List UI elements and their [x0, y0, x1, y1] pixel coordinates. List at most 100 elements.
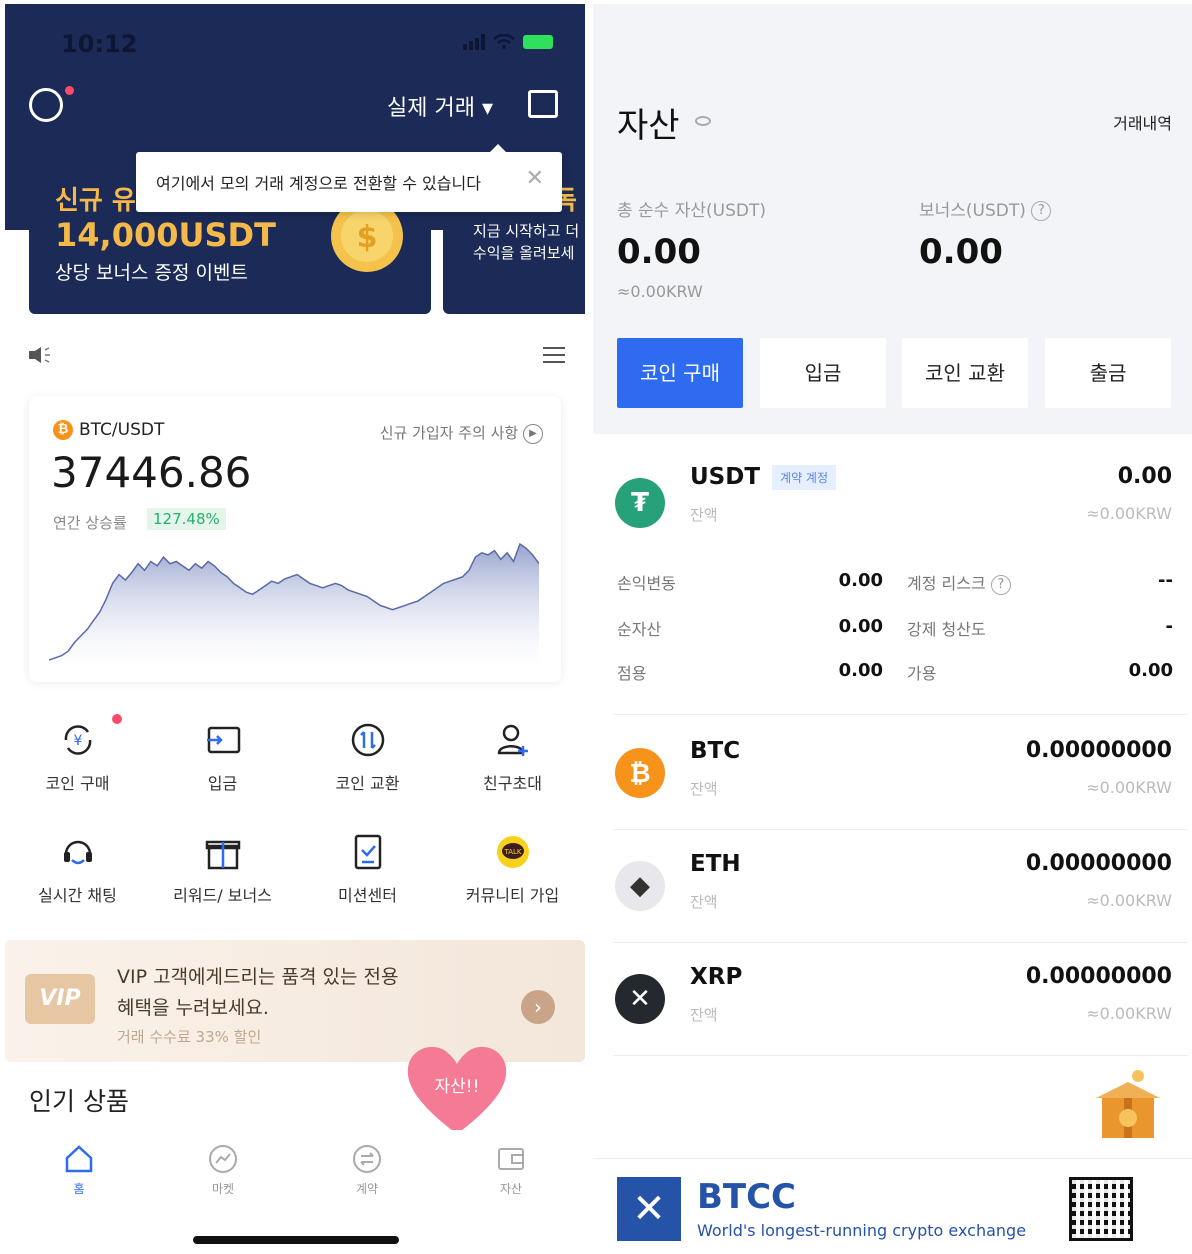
quick-action-label: 실시간 채팅	[38, 886, 117, 905]
eth-coin-icon: ◆	[615, 861, 665, 911]
xrp-coin-icon: ✕	[615, 974, 665, 1024]
coin-name: USDT 계약 계정	[690, 464, 837, 490]
home-screen: 10:12 실제 거래 ▾ 신규 유 14,000USDT 상당 보너스 증정 …	[5, 4, 585, 1250]
deposit-icon	[203, 720, 243, 760]
new-user-notice-link[interactable]: 신규 가입자 주의 사항 ▶	[380, 422, 543, 444]
bottom-tab-bar: 홈 마켓 계약 자산	[5, 1130, 585, 1250]
usdt-coin-icon: ₮	[615, 478, 665, 528]
gift-box-icon[interactable]	[1088, 1068, 1168, 1142]
invite-friend-icon	[493, 720, 533, 760]
battery-icon	[523, 35, 553, 49]
popular-products-heading: 인기 상품	[29, 1087, 129, 1116]
assets-summary: 자산 거래내역 총 순수 자산(USDT) 0.00 ≈0.00KRW 보너스(…	[593, 4, 1192, 434]
wallet-icon	[494, 1142, 528, 1176]
coin-krw: ≈0.00KRW	[1086, 504, 1172, 523]
brand-footer: ✕ BTCC World's longest-running crypto ex…	[593, 1158, 1192, 1250]
banner2-text: 지금 시작하고 더 수익을 올려보세	[473, 222, 580, 262]
quick-action-talk[interactable]: TALK 커뮤니티 가입	[440, 832, 585, 906]
account-tag: 계약 계정	[772, 465, 837, 490]
bonus-label: 보너스(USDT) ?	[919, 196, 1052, 221]
tab-home[interactable]: 홈	[39, 1142, 119, 1197]
market-icon	[206, 1142, 240, 1176]
banner-subtitle: 상당 보너스 증정 이벤트	[55, 262, 248, 284]
quick-action-mission[interactable]: 미션센터	[295, 832, 440, 906]
help-icon[interactable]: ?	[990, 574, 1011, 595]
tab-market[interactable]: 마켓	[183, 1142, 263, 1197]
convert-button[interactable]: 코인 교환	[902, 338, 1028, 408]
message-icon[interactable]	[528, 90, 558, 118]
quick-action-label: 입금	[207, 774, 238, 793]
deposit-button[interactable]: 입금	[760, 338, 886, 408]
exchange-icon	[348, 720, 388, 760]
headset-icon	[58, 832, 98, 872]
coin-balance-label: 잔액	[690, 893, 718, 911]
btc-coin-icon: ₿	[53, 420, 73, 440]
quick-action-gift[interactable]: 리워드/ 보너스	[150, 832, 295, 906]
usdt-asset-row[interactable]: ₮ USDT 계약 계정 잔액 0.00 ≈0.00KRW 손익변동 0.00 계정…	[593, 434, 1192, 714]
coin-krw: ≈0.00KRW	[1086, 1004, 1172, 1023]
svg-text:TALK: TALK	[503, 848, 521, 856]
divider	[613, 714, 1188, 715]
svg-text:¥: ¥	[73, 733, 82, 749]
announcement-bar[interactable]	[29, 342, 565, 366]
wifi-icon	[493, 34, 515, 49]
trading-pair: ₿ BTC/USDT	[53, 420, 164, 440]
list-icon[interactable]	[543, 346, 565, 364]
tab-contract[interactable]: 계약	[327, 1142, 407, 1197]
chevron-right-icon[interactable]: ›	[521, 990, 555, 1024]
brand-slogan: World's longest-running crypto exchange	[697, 1221, 1027, 1240]
brand-name: BTCC	[697, 1177, 797, 1217]
help-icon[interactable]: ?	[1031, 201, 1052, 221]
coin-balance-label: 잔액	[690, 506, 718, 524]
pair-label: BTC/USDT	[79, 420, 165, 440]
divider	[613, 829, 1188, 830]
profile-icon[interactable]	[29, 88, 63, 122]
eth-asset-row[interactable]: ◆ ETH 잔액 0.00000000 ≈0.00KRW	[593, 829, 1192, 942]
current-price: 37446.86	[51, 448, 252, 497]
coin-krw: ≈0.00KRW	[1086, 778, 1172, 797]
speaker-icon	[29, 347, 50, 363]
heart-text: 자산!!	[435, 1077, 480, 1097]
close-icon[interactable]: ✕	[526, 166, 544, 191]
vip-subtext: 거래 수수료 33% 할인	[117, 1028, 262, 1046]
quick-action-invite-friend[interactable]: 친구초대	[440, 720, 585, 794]
contract-icon	[350, 1142, 384, 1176]
transaction-history-link[interactable]: 거래내역	[1113, 110, 1172, 134]
tab-assets[interactable]: 자산	[471, 1142, 551, 1197]
notification-dot	[111, 714, 122, 724]
vip-text: VIP 고객에게드리는 품격 있는 전용 혜택을 누려보세요.	[117, 966, 399, 1019]
qr-code	[1069, 1177, 1133, 1241]
total-assets-krw: ≈0.00KRW	[617, 282, 703, 301]
divider	[613, 942, 1188, 943]
total-assets-value: 0.00	[617, 232, 701, 272]
quick-action-label: 커뮤니티 가입	[465, 886, 560, 905]
btc-coin-icon: ₿	[615, 748, 665, 798]
account-mode-dropdown[interactable]: 실제 거래 ▾	[387, 90, 493, 122]
quick-action-coin-swap[interactable]: ¥ 코인 구매	[5, 714, 150, 794]
quick-action-exchange[interactable]: 코인 교환	[295, 720, 440, 794]
quick-action-label: 코인 구매	[45, 774, 110, 793]
quick-action-label: 미션센터	[338, 886, 397, 905]
withdraw-button[interactable]: 출금	[1045, 338, 1171, 408]
mission-icon	[348, 832, 388, 872]
price-sparkline	[49, 542, 539, 668]
signal-icon	[463, 34, 485, 50]
buy-coin-button[interactable]: 코인 구매	[617, 338, 743, 408]
btc-asset-row[interactable]: ₿ BTC 잔액 0.00000000 ≈0.00KRW	[593, 716, 1192, 829]
xrp-asset-row[interactable]: ✕ XRP 잔액 0.00000000 ≈0.00KRW	[593, 942, 1192, 1055]
switch-account-tooltip: 여기에서 모의 거래 계정으로 전환할 수 있습니다 ✕	[136, 152, 562, 212]
coin-name: XRP	[690, 964, 743, 990]
page-title: 자산	[617, 106, 680, 146]
coin-value: 0.00000000	[1025, 964, 1172, 989]
market-card[interactable]: ₿ BTC/USDT 신규 가입자 주의 사항 ▶ 37446.86 연간 상승…	[29, 396, 561, 682]
coin-name: ETH	[690, 851, 741, 877]
divider	[613, 1055, 1188, 1056]
quick-action-headset[interactable]: 실시간 채팅	[5, 832, 150, 906]
quick-action-label: 리워드/ 보너스	[173, 886, 272, 905]
play-circle-icon: ▶	[523, 423, 543, 444]
assets-screen: 자산 거래내역 총 순수 자산(USDT) 0.00 ≈0.00KRW 보너스(…	[593, 4, 1192, 1250]
annual-rate-value: 127.48%	[147, 508, 226, 530]
coin-value: 0.00	[1117, 464, 1172, 489]
quick-action-deposit[interactable]: 입금	[150, 720, 295, 794]
eye-icon[interactable]	[695, 116, 711, 126]
